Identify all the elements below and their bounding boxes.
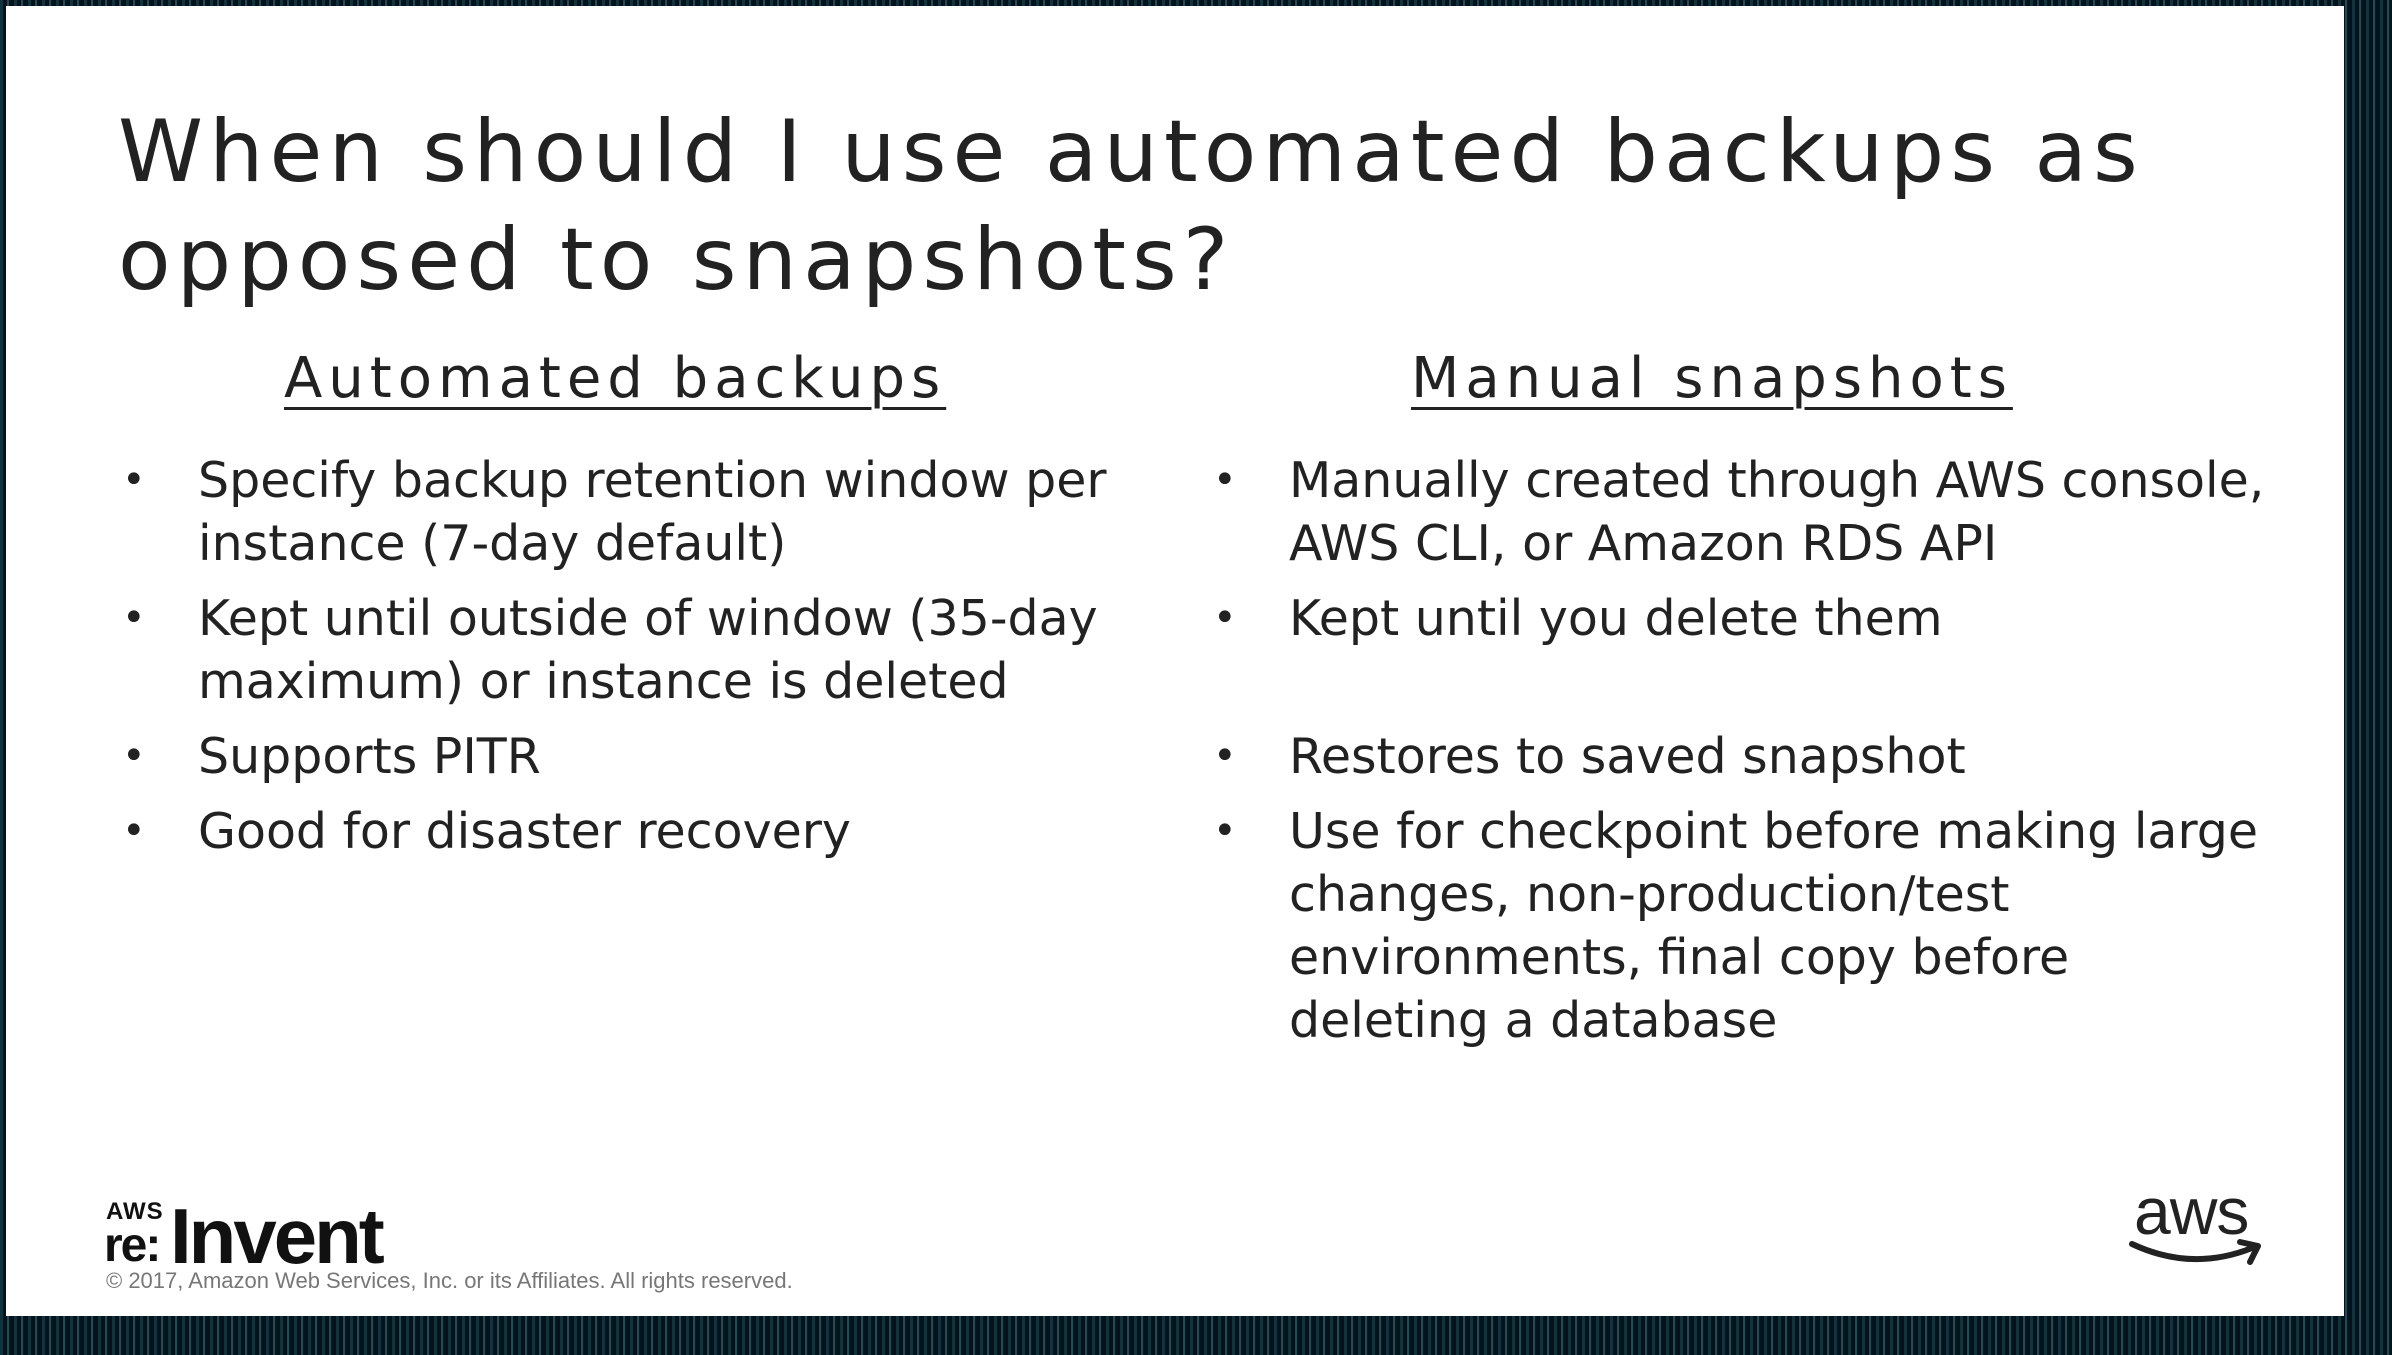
- bullet-icon: •: [122, 595, 146, 641]
- list-item-text: Supports PITR: [198, 728, 541, 785]
- list-item-text: Manually created through AWS console, AW…: [1289, 452, 2265, 572]
- list-item: • Supports PITR: [118, 725, 1178, 788]
- reinvent-logo-re: re:: [104, 1219, 161, 1272]
- list-item-text: Specify backup retention window per inst…: [198, 452, 1107, 572]
- manual-snapshots-list: • Manually created through AWS console, …: [1209, 449, 2269, 1064]
- manual-snapshots-heading: Manual snapshots: [1411, 346, 2013, 411]
- reinvent-logo: AWS re: Invent: [102, 1196, 402, 1276]
- aws-smile-icon: [2129, 1239, 2261, 1265]
- copyright-notice: © 2017, Amazon Web Services, Inc. or its…: [106, 1268, 793, 1293]
- automated-backups-list: • Specify backup retention window per in…: [118, 449, 1178, 875]
- bullet-icon: •: [1213, 595, 1237, 641]
- bullet-icon: •: [122, 808, 146, 854]
- automated-backups-heading: Automated backups: [284, 346, 947, 411]
- aws-logo-text: aws: [2134, 1174, 2249, 1248]
- list-item: • Manually created through AWS console, …: [1209, 449, 2269, 575]
- list-item-text: Good for disaster recovery: [198, 803, 851, 860]
- reinvent-logo-invent: Invent: [170, 1192, 385, 1280]
- bullet-icon: •: [122, 457, 146, 503]
- list-item: • Use for checkpoint before making large…: [1209, 800, 2269, 1052]
- list-item-text: Use for checkpoint before making large c…: [1289, 803, 2258, 1049]
- list-item: • Kept until outside of window (35-day m…: [118, 587, 1178, 713]
- list-item: • Kept until you delete them: [1209, 587, 2269, 650]
- list-item: • Specify backup retention window per in…: [118, 449, 1178, 575]
- list-item: • Good for disaster recovery: [118, 800, 1178, 863]
- bullet-icon: •: [1213, 457, 1237, 503]
- aws-logo: aws: [2128, 1176, 2278, 1276]
- list-item: • Restores to saved snapshot: [1209, 725, 2269, 788]
- list-item-text: Kept until outside of window (35-day max…: [198, 590, 1098, 710]
- list-item-text: Restores to saved snapshot: [1289, 728, 1966, 785]
- slide: When should I use automated backups as o…: [6, 6, 2344, 1316]
- bullet-icon: •: [122, 733, 146, 779]
- bullet-icon: •: [1213, 808, 1237, 854]
- bullet-icon: •: [1213, 733, 1237, 779]
- slide-title: When should I use automated backups as o…: [118, 102, 2144, 310]
- list-item-text: Kept until you delete them: [1289, 590, 1943, 647]
